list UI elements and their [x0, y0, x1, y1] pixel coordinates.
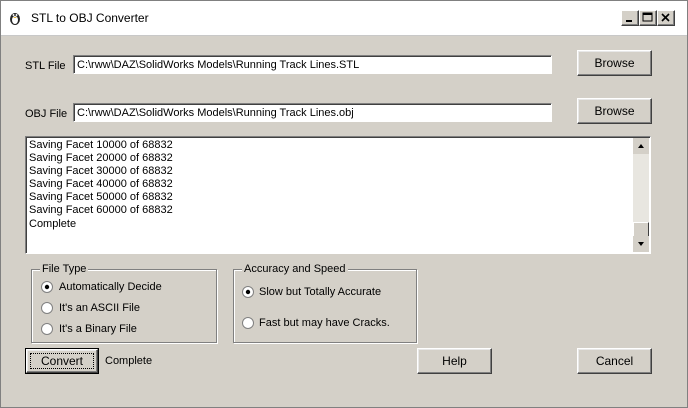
log-line: Complete — [29, 217, 77, 230]
file-type-title: File Type — [40, 263, 89, 275]
radio-auto-decide-label[interactable]: Automatically Decide — [59, 281, 162, 293]
log-scrollbar[interactable] — [633, 138, 649, 252]
maximize-icon — [642, 12, 653, 22]
maximize-button[interactable] — [639, 10, 657, 26]
log-line: Saving Facet 10000 of 68832 — [29, 139, 173, 151]
accuracy-group: Accuracy and Speed — [233, 263, 417, 343]
radio-binary[interactable] — [41, 323, 53, 335]
obj-file-label: OBJ File — [25, 108, 68, 120]
log-output[interactable]: Saving Facet 10000 of 68832 Saving Facet… — [25, 136, 651, 254]
radio-auto-decide[interactable] — [41, 281, 53, 293]
cancel-button[interactable]: Cancel — [577, 348, 652, 374]
help-button[interactable]: Help — [417, 348, 492, 374]
stl-file-label: STL File — [25, 60, 66, 72]
minimize-icon — [626, 20, 632, 22]
radio-slow-accurate-label[interactable]: Slow but Totally Accurate — [259, 286, 381, 298]
obj-file-input[interactable]: C:\rww\DAZ\SolidWorks Models\Running Tra… — [73, 103, 552, 122]
radio-ascii-label[interactable]: It's an ASCII File — [59, 302, 140, 314]
obj-browse-button[interactable]: Browse — [577, 98, 652, 124]
window-title: STL to OBJ Converter — [31, 11, 149, 25]
radio-fast-cracks[interactable] — [242, 317, 254, 329]
close-button[interactable] — [657, 10, 675, 26]
log-lines: Saving Facet 10000 of 68832 Saving Facet… — [29, 139, 173, 231]
log-line: Saving Facet 40000 of 68832 — [29, 178, 173, 191]
minimize-button[interactable] — [621, 10, 639, 26]
focus-rect — [30, 353, 94, 369]
convert-button[interactable]: Convert — [25, 348, 99, 374]
log-line: Saving Facet 50000 of 68832 — [29, 191, 173, 204]
radio-fast-cracks-label[interactable]: Fast but may have Cracks. — [259, 317, 390, 329]
scroll-up-icon — [638, 144, 644, 148]
radio-ascii[interactable] — [41, 302, 53, 314]
scroll-down-icon — [638, 242, 644, 246]
title-bar[interactable]: STL to OBJ Converter — [1, 1, 687, 36]
converter-window: STL to OBJ Converter STL File C:\rww\DAZ… — [0, 0, 688, 408]
accuracy-title: Accuracy and Speed — [242, 263, 348, 275]
status-text: Complete — [105, 355, 153, 367]
scroll-up-button[interactable] — [633, 138, 649, 154]
radio-binary-label[interactable]: It's a Binary File — [59, 323, 137, 335]
log-line: Saving Facet 20000 of 68832 — [29, 152, 173, 165]
stl-file-input[interactable]: C:\rww\DAZ\SolidWorks Models\Running Tra… — [73, 55, 552, 74]
radio-slow-accurate[interactable] — [242, 286, 254, 298]
scroll-down-button[interactable] — [633, 236, 649, 252]
log-line: Saving Facet 30000 of 68832 — [29, 165, 173, 178]
app-icon — [7, 10, 23, 26]
log-line: Saving Facet 60000 of 68832 — [29, 204, 173, 217]
stl-browse-button[interactable]: Browse — [577, 50, 652, 76]
close-icon — [661, 13, 670, 22]
